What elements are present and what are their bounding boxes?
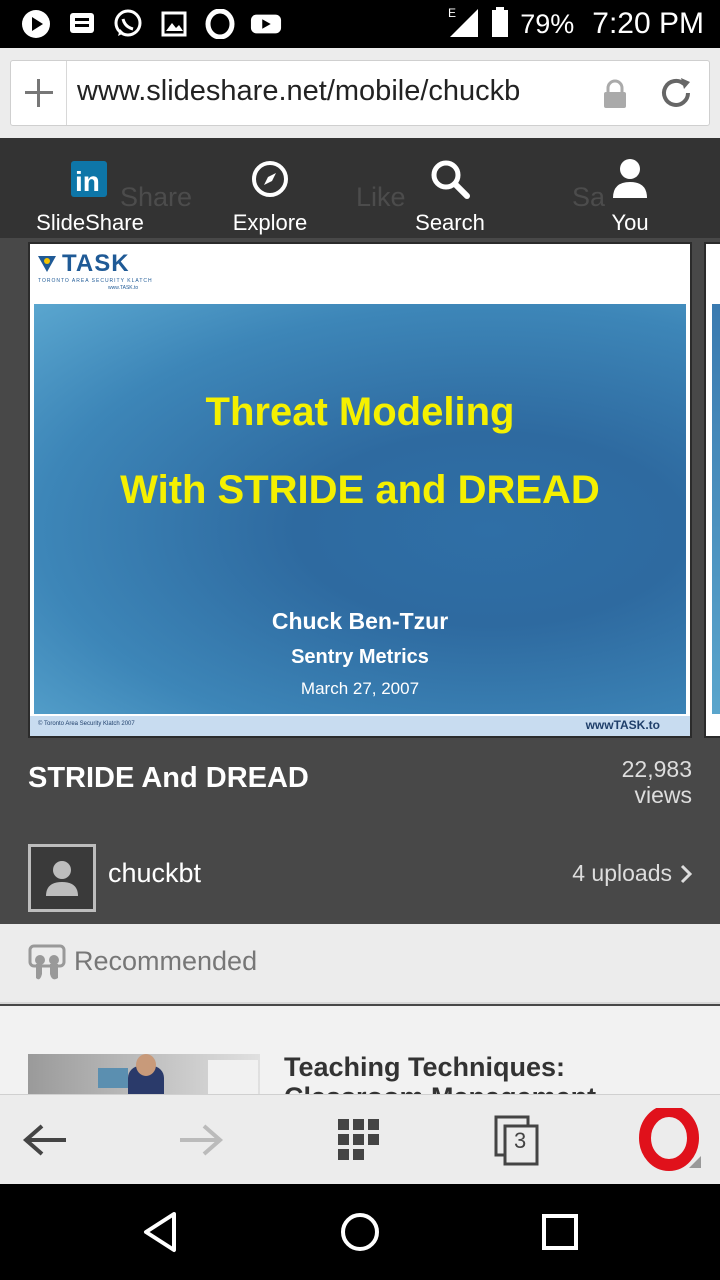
slideshare-top-nav: Share Like Sa in SlideShare Explore Sear… [0, 138, 720, 238]
slide-footer-copyright: © Toronto Area Security Klatch 2007 [38, 721, 135, 727]
recommended-thumbnail[interactable] [28, 1054, 260, 1094]
arrow-left-icon [22, 1124, 66, 1156]
plus-icon [24, 79, 53, 107]
new-tab-button[interactable] [11, 61, 67, 125]
web-page: Share Like Sa in SlideShare Explore Sear… [0, 138, 720, 1094]
nav-item-you[interactable]: You [540, 138, 720, 238]
thumb-screen [98, 1068, 128, 1088]
search-icon [429, 154, 471, 204]
recommended-list: Teaching Techniques: Classroom Managemen… [0, 1006, 720, 1094]
whatsapp-icon [112, 8, 144, 40]
slide-title-line2: With STRIDE and DREAD [120, 468, 600, 512]
signal-icon: E [446, 5, 480, 44]
task-logo-subtitle: TORONTO AREA SECURITY KLATCH [38, 278, 153, 284]
thumb-head [136, 1054, 156, 1076]
status-indicators: E 79% 7:20 PM [446, 4, 704, 44]
status-bar: E 79% 7:20 PM [0, 0, 720, 48]
compass-icon [250, 154, 290, 204]
slide-date: March 27, 2007 [300, 679, 420, 698]
speed-dial-button[interactable] [314, 1095, 404, 1185]
home-nav-button[interactable] [300, 1184, 420, 1280]
opera-icon [204, 8, 236, 40]
slide-author: Chuck Ben-Tzur [271, 608, 449, 634]
gallery-icon [158, 8, 190, 40]
svg-text:in: in [75, 166, 100, 197]
slide-body: Threat Modeling With STRIDE and DREAD Ch… [34, 304, 686, 714]
document-title: STRIDE And DREAD [28, 762, 309, 794]
address-area: www.slideshare.net/mobile/chuckb [0, 48, 720, 138]
thumb-whiteboard [208, 1060, 258, 1094]
next-slide-peek[interactable] [704, 242, 720, 738]
recents-nav-button[interactable] [500, 1184, 620, 1280]
opera-menu-button[interactable] [626, 1095, 716, 1185]
address-bar[interactable]: www.slideshare.net/mobile/chuckb [10, 60, 710, 126]
slideshare-logo-icon [28, 944, 66, 989]
tabs-button[interactable]: 3 [472, 1095, 562, 1185]
message-icon [66, 8, 98, 40]
user-icon [46, 861, 78, 896]
avatar[interactable] [28, 844, 96, 912]
slide-footer-url: wwwTASK.to [585, 718, 660, 732]
task-logo-text: TASK [62, 250, 130, 277]
network-type: E [448, 6, 456, 20]
uploads-label: 4 uploads [572, 860, 672, 886]
slide-viewer[interactable]: TASK TORONTO AREA SECURITY KLATCH www.TA… [28, 242, 692, 738]
nav-label-you: You [611, 210, 649, 235]
arrow-right-icon [180, 1124, 224, 1156]
author-row[interactable]: chuckbt 4 uploads [0, 838, 720, 924]
recommended-label: Recommended [74, 946, 258, 976]
views-count: 22,983 [621, 756, 692, 782]
clock: 7:20 PM [592, 7, 704, 40]
nav-label-slideshare: SlideShare [36, 210, 144, 235]
tab-count: 3 [514, 1128, 527, 1153]
square-recents-icon [542, 1214, 578, 1250]
author-username[interactable]: chuckbt [108, 858, 201, 889]
browser-toolbar: 3 [0, 1094, 720, 1184]
back-nav-button[interactable] [100, 1184, 220, 1280]
reload-icon [662, 78, 690, 107]
battery-icon [490, 6, 510, 43]
recommended-item-title[interactable]: Teaching Techniques: Classroom Managemen… [284, 1052, 704, 1094]
android-nav-bar [0, 1184, 720, 1280]
url-text[interactable]: www.slideshare.net/mobile/chuckb [77, 75, 597, 108]
slide-footer: © Toronto Area Security Klatch 2007 wwwT… [30, 716, 690, 736]
nav-item-slideshare[interactable]: in SlideShare [0, 138, 180, 238]
task-logo-url: www.TASK.to [108, 285, 139, 291]
opera-logo-icon [639, 1108, 701, 1171]
youtube-icon [250, 8, 282, 40]
slide-header: TASK TORONTO AREA SECURITY KLATCH www.TA… [30, 244, 690, 304]
nav-label-explore: Explore [232, 210, 308, 235]
reload-button[interactable] [657, 74, 695, 117]
task-logo: TASK [36, 250, 130, 278]
grid-icon [338, 1119, 379, 1160]
views-label: views [634, 782, 692, 808]
recommended-header: Recommended [0, 924, 720, 1004]
nav-label-search: Search [415, 210, 485, 235]
play-store-icon [20, 8, 52, 40]
lock-icon [601, 79, 629, 114]
back-button[interactable] [0, 1095, 90, 1185]
slide-title-line1: Threat Modeling [205, 390, 515, 434]
battery-percent: 79% [520, 8, 575, 39]
chevron-right-icon [680, 864, 692, 883]
circle-home-icon [341, 1213, 379, 1251]
notification-icons [20, 8, 282, 40]
slide-company: Sentry Metrics [291, 646, 429, 668]
uploads-link[interactable]: 4 uploads [572, 860, 692, 887]
triangle-back-icon [144, 1212, 176, 1252]
next-slide-preview [712, 304, 720, 714]
nav-item-search[interactable]: Search [360, 138, 540, 238]
linkedin-icon: in [69, 154, 111, 204]
task-logo-icon [38, 256, 56, 272]
user-icon [610, 154, 650, 204]
nav-item-explore[interactable]: Explore [180, 138, 360, 238]
forward-button[interactable] [156, 1095, 246, 1185]
